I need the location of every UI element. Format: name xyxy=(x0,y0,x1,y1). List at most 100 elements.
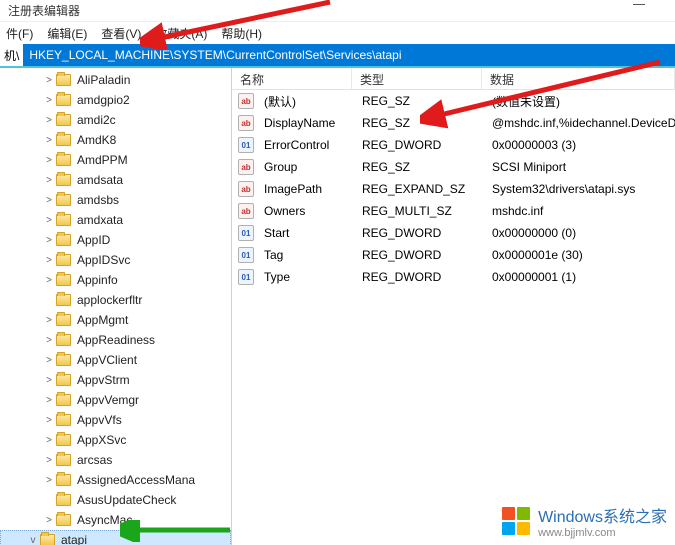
annotation-arrow-red-address xyxy=(140,0,340,50)
menu-edit[interactable]: 编辑(E) xyxy=(47,25,87,42)
folder-icon xyxy=(56,494,71,506)
value-row[interactable]: 01 Tag REG_DWORD 0x0000001e (30) xyxy=(232,244,675,266)
folder-icon xyxy=(56,414,71,426)
tree-item-label: AppvStrm xyxy=(77,373,130,387)
folder-icon xyxy=(56,354,71,366)
expand-icon[interactable]: > xyxy=(44,195,54,205)
expand-icon[interactable]: > xyxy=(44,335,54,345)
tree-item-label: AppID xyxy=(77,233,110,247)
tree-item[interactable]: >Appinfo xyxy=(0,270,231,290)
expand-icon[interactable]: > xyxy=(44,435,54,445)
tree-item[interactable]: >AppvVfs xyxy=(0,410,231,430)
tree-item[interactable]: > amdgpio2 xyxy=(0,90,231,110)
expand-icon[interactable]: > xyxy=(44,135,54,145)
tree-item-label: AppVClient xyxy=(77,353,137,367)
value-type: REG_DWORD xyxy=(354,270,484,284)
tree-item-label: AppvVemgr xyxy=(77,393,139,407)
tree-item-label: AppReadiness xyxy=(77,333,155,347)
expand-icon[interactable]: > xyxy=(44,375,54,385)
value-name: DisplayName xyxy=(256,116,354,130)
value-row[interactable]: 01 ErrorControl REG_DWORD 0x00000003 (3) xyxy=(232,134,675,156)
tree-item[interactable]: > AppReadiness xyxy=(0,330,231,350)
value-type: REG_EXPAND_SZ xyxy=(354,182,484,196)
value-row[interactable]: 01 Start REG_DWORD 0x00000000 (0) xyxy=(232,222,675,244)
tree-item[interactable]: > amdsbs xyxy=(0,190,231,210)
tree-item-label: arcsas xyxy=(77,453,112,467)
window-title: 注册表编辑器 xyxy=(8,4,80,18)
watermark-url: www.bjjmlv.com xyxy=(538,527,667,539)
expand-icon[interactable]: > xyxy=(44,215,54,225)
tree-view[interactable]: >AliPaladin>amdgpio2>amdi2c>AmdK8>AmdPPM… xyxy=(0,68,232,545)
tree-item-label: atapi xyxy=(61,533,87,545)
value-row[interactable]: ab Owners REG_MULTI_SZ mshdc.inf xyxy=(232,200,675,222)
value-data: 0x00000003 (3) xyxy=(484,138,675,152)
tree-item[interactable]: >amdxata xyxy=(0,210,231,230)
tree-item[interactable]: >AppXSvc xyxy=(0,430,231,450)
tree-item[interactable]: >AliPaladin xyxy=(0,70,231,90)
expand-icon[interactable]: > xyxy=(44,355,54,365)
tree-item[interactable]: > amdsata xyxy=(0,170,231,190)
tree-item[interactable]: > AppVClient xyxy=(0,350,231,370)
expand-icon[interactable]: > xyxy=(44,95,54,105)
expand-icon[interactable]: > xyxy=(44,455,54,465)
value-row[interactable]: 01 Type REG_DWORD 0x00000001 (1) xyxy=(232,266,675,288)
column-name[interactable]: 名称 xyxy=(232,68,352,89)
tree-item[interactable]: > AppMgmt xyxy=(0,310,231,330)
tree-item[interactable]: applockerfltr xyxy=(0,290,231,310)
tree-item[interactable]: >AmdPPM xyxy=(0,150,231,170)
expand-icon[interactable]: > xyxy=(44,395,54,405)
folder-icon xyxy=(56,214,71,226)
tree-item[interactable]: > AppID xyxy=(0,230,231,250)
tree-item[interactable]: > arcsas xyxy=(0,450,231,470)
folder-icon xyxy=(56,374,71,386)
tree-item-label: AmdK8 xyxy=(77,133,116,147)
watermark-title: Windows系统之家 xyxy=(538,509,667,526)
expand-icon[interactable]: > xyxy=(44,155,54,165)
menu-file[interactable]: 件(F) xyxy=(6,25,33,42)
tree-item-label: AppIDSvc xyxy=(77,253,130,267)
folder-icon xyxy=(56,274,71,286)
folder-icon xyxy=(56,434,71,446)
minimize-button[interactable] xyxy=(633,4,645,5)
expand-icon[interactable]: > xyxy=(44,475,54,485)
tree-item-label: amdi2c xyxy=(77,113,116,127)
tree-item-label: amdsbs xyxy=(77,193,119,207)
value-row[interactable]: ab Group REG_SZ SCSI Miniport xyxy=(232,156,675,178)
expand-icon[interactable]: > xyxy=(44,255,54,265)
expand-icon[interactable] xyxy=(44,495,54,505)
expand-icon[interactable] xyxy=(44,295,54,305)
tree-item-label: AssignedAccessMana xyxy=(77,473,195,487)
tree-item[interactable]: > AmdK8 xyxy=(0,130,231,150)
value-name: ErrorControl xyxy=(256,138,354,152)
expand-icon[interactable]: > xyxy=(44,275,54,285)
value-row[interactable]: ab ImagePath REG_EXPAND_SZ System32\driv… xyxy=(232,178,675,200)
collapse-icon[interactable]: v xyxy=(28,535,38,545)
tree-item-label: amdsata xyxy=(77,173,123,187)
menu-view[interactable]: 查看(V) xyxy=(101,25,141,42)
string-value-icon: ab xyxy=(238,93,254,109)
value-type: REG_DWORD xyxy=(354,226,484,240)
tree-item-label: amdgpio2 xyxy=(77,93,130,107)
expand-icon[interactable]: > xyxy=(44,175,54,185)
tree-item[interactable]: > AssignedAccessMana xyxy=(0,470,231,490)
tree-item[interactable]: > AppIDSvc xyxy=(0,250,231,270)
tree-item[interactable]: > AppvStrm xyxy=(0,370,231,390)
value-name: (默认) xyxy=(256,93,354,110)
windows-logo-icon xyxy=(502,507,530,535)
expand-icon[interactable]: > xyxy=(44,75,54,85)
tree-item[interactable]: > amdi2c xyxy=(0,110,231,130)
expand-icon[interactable]: > xyxy=(44,315,54,325)
value-name: Owners xyxy=(256,204,354,218)
tree-item[interactable]: AsusUpdateCheck xyxy=(0,490,231,510)
string-value-icon: ab xyxy=(238,203,254,219)
binary-value-icon: 01 xyxy=(238,247,254,263)
tree-item-label: AppMgmt xyxy=(77,313,128,327)
expand-icon[interactable]: > xyxy=(44,515,54,525)
folder-icon xyxy=(40,534,55,545)
expand-icon[interactable]: > xyxy=(44,415,54,425)
expand-icon[interactable]: > xyxy=(44,115,54,125)
folder-icon xyxy=(56,194,71,206)
tree-item[interactable]: > AppvVemgr xyxy=(0,390,231,410)
folder-icon xyxy=(56,314,71,326)
expand-icon[interactable]: > xyxy=(44,235,54,245)
